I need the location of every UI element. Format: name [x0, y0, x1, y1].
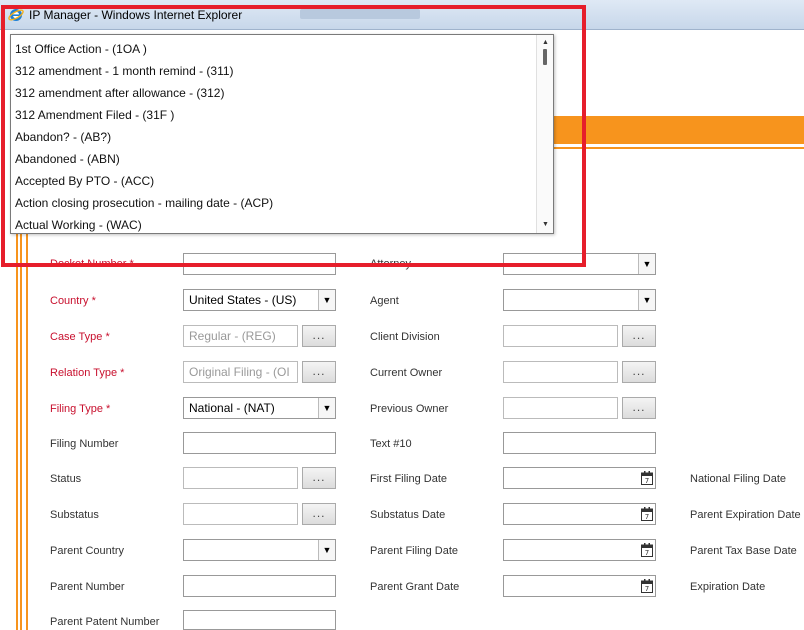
window-titlebar: IP Manager - Windows Internet Explorer — [0, 0, 804, 30]
chevron-down-icon: ▼ — [638, 290, 655, 310]
attorney-label: Attorney — [370, 258, 411, 270]
parent-patent-number-label: Parent Patent Number — [50, 616, 160, 628]
header-bar — [552, 116, 804, 144]
chevron-down-icon: ▼ — [318, 290, 335, 310]
text10-input[interactable] — [503, 432, 656, 454]
agent-label: Agent — [370, 295, 399, 307]
substatus-date-label: Substatus Date — [370, 509, 446, 521]
substatus-label: Substatus — [50, 509, 99, 521]
blurred-title-text — [300, 9, 420, 19]
parent-country-select[interactable]: ▼ — [183, 539, 336, 561]
substatus-browse-button[interactable]: ... — [302, 503, 336, 525]
filing-type-select[interactable]: National - (NAT) ▼ — [183, 397, 336, 419]
dropdown-option[interactable]: Actual Working - (WAC) — [15, 214, 142, 236]
dropdown-scrollbar[interactable]: ▲ ▼ — [536, 35, 553, 233]
svg-text:7: 7 — [645, 549, 649, 557]
dropdown-option[interactable]: Action closing prosecution - mailing dat… — [15, 192, 273, 214]
current-owner-label: Current Owner — [370, 367, 443, 379]
status-dropdown-list[interactable]: 1st Office Action - (1OA ) 312 amendment… — [10, 34, 554, 234]
previous-owner-label: Previous Owner — [370, 403, 449, 415]
scroll-up-icon[interactable]: ▲ — [537, 37, 554, 49]
first-filing-date-label: First Filing Date — [370, 473, 448, 485]
country-label: Country * — [50, 295, 96, 307]
case-type-label: Case Type * — [50, 331, 110, 343]
dropdown-option[interactable]: 312 amendment - 1 month remind - (311) — [15, 60, 234, 82]
relation-type-value: Original Filing - (OI — [189, 365, 290, 379]
dropdown-option[interactable]: Abandoned - (ABN) — [15, 148, 120, 170]
scroll-thumb[interactable] — [543, 49, 547, 65]
client-division-label: Client Division — [370, 331, 440, 343]
internet-explorer-icon — [8, 9, 24, 21]
svg-text:7: 7 — [645, 513, 649, 521]
parent-tax-base-date-label: Parent Tax Base Date — [690, 545, 797, 557]
calendar-icon[interactable]: 7 — [641, 579, 653, 593]
chevron-down-icon: ▼ — [638, 254, 655, 274]
substatus-input[interactable] — [183, 503, 298, 525]
filing-type-label: Filing Type * — [50, 403, 111, 415]
calendar-icon[interactable]: 7 — [641, 471, 653, 485]
scroll-down-icon[interactable]: ▼ — [537, 219, 554, 231]
parent-grant-date-input[interactable]: 7 — [503, 575, 656, 597]
client-division-browse-button[interactable]: ... — [622, 325, 656, 347]
agent-select[interactable]: ▼ — [503, 289, 656, 311]
chevron-down-icon: ▼ — [318, 540, 335, 560]
current-owner-input[interactable] — [503, 361, 618, 383]
previous-owner-input[interactable] — [503, 397, 618, 419]
calendar-icon[interactable]: 7 — [641, 507, 653, 521]
parent-grant-date-label: Parent Grant Date — [370, 581, 460, 593]
client-division-input[interactable] — [503, 325, 618, 347]
expiration-date-label: Expiration Date — [690, 581, 766, 593]
filing-number-input[interactable] — [183, 432, 336, 454]
docket-number-label: Docket Number * — [50, 258, 134, 270]
header-divider — [552, 147, 804, 149]
svg-text:7: 7 — [645, 585, 649, 593]
first-filing-date-input[interactable]: 7 — [503, 467, 656, 489]
relation-type-browse-button[interactable]: ... — [302, 361, 336, 383]
national-filing-date-label: National Filing Date — [690, 473, 786, 485]
current-owner-browse-button[interactable]: ... — [622, 361, 656, 383]
calendar-icon[interactable]: 7 — [641, 543, 653, 557]
country-select[interactable]: United States - (US) ▼ — [183, 289, 336, 311]
status-browse-button[interactable]: ... — [302, 467, 336, 489]
status-label: Status — [50, 473, 82, 485]
dropdown-option[interactable]: Abandon? - (AB?) — [15, 126, 111, 148]
relation-type-input[interactable]: Original Filing - (OI — [183, 361, 298, 383]
docket-number-input[interactable] — [183, 253, 336, 275]
parent-filing-date-input[interactable]: 7 — [503, 539, 656, 561]
dropdown-option[interactable]: Accepted By PTO - (ACC) — [15, 170, 154, 192]
parent-country-label: Parent Country — [50, 545, 124, 557]
dropdown-option[interactable]: 312 amendment after allowance - (312) — [15, 82, 224, 104]
country-value: United States - (US) — [189, 293, 297, 307]
parent-number-input[interactable] — [183, 575, 336, 597]
previous-owner-browse-button[interactable]: ... — [622, 397, 656, 419]
parent-patent-number-input[interactable] — [183, 610, 336, 630]
case-type-input[interactable]: Regular - (REG) — [183, 325, 298, 347]
filing-number-label: Filing Number — [50, 438, 119, 450]
svg-text:7: 7 — [645, 477, 649, 485]
case-type-browse-button[interactable]: ... — [302, 325, 336, 347]
case-type-value: Regular - (REG) — [189, 329, 276, 343]
parent-expiration-date-label: Parent Expiration Date — [690, 509, 801, 521]
substatus-date-input[interactable]: 7 — [503, 503, 656, 525]
dropdown-option[interactable]: 1st Office Action - (1OA ) — [15, 38, 147, 60]
text10-label: Text #10 — [370, 438, 412, 450]
relation-type-label: Relation Type * — [50, 367, 125, 379]
filing-type-value: National - (NAT) — [189, 401, 275, 415]
status-input[interactable] — [183, 467, 298, 489]
dropdown-option[interactable]: 312 Amendment Filed - (31F ) — [15, 104, 174, 126]
attorney-select[interactable]: ▼ — [503, 253, 656, 275]
window-title: IP Manager - Windows Internet Explorer — [29, 8, 243, 22]
chevron-down-icon: ▼ — [318, 398, 335, 418]
parent-filing-date-label: Parent Filing Date — [370, 545, 459, 557]
parent-number-label: Parent Number — [50, 581, 125, 593]
